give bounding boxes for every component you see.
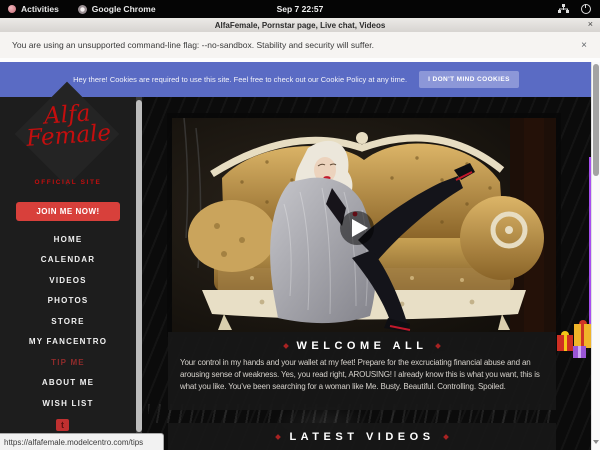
latest-videos-heading: LATEST VIDEOS bbox=[168, 423, 556, 443]
window-title-bar: AlfaFemale, Pornstar page, Live chat, Vi… bbox=[0, 18, 600, 33]
chrome-infobar: You are using an unsupported command-lin… bbox=[0, 32, 600, 59]
gift-box-yellow-icon bbox=[574, 324, 591, 348]
official-site-tagline: OFFICIAL SITE bbox=[0, 179, 136, 186]
cookie-message: Hey there! Cookies are required to use t… bbox=[73, 75, 407, 84]
tab-close-icon[interactable]: × bbox=[588, 19, 593, 29]
heading-bullet-icon bbox=[276, 434, 282, 440]
sidebar-item-tip-me[interactable]: TIP ME bbox=[0, 352, 136, 373]
sidebar-item-home[interactable]: HOME bbox=[0, 229, 136, 250]
heading-bullet-icon bbox=[443, 434, 449, 440]
welcome-body-text: Your control in my hands and your wallet… bbox=[180, 357, 544, 393]
sidebar-item-store[interactable]: STORE bbox=[0, 311, 136, 332]
page-scrollbar-thumb[interactable] bbox=[593, 64, 599, 176]
tab-title: AlfaFemale, Pornstar page, Live chat, Vi… bbox=[215, 21, 386, 30]
latest-videos-section: LATEST VIDEOS bbox=[168, 423, 556, 450]
activities-indicator-icon bbox=[8, 5, 16, 13]
sidebar-item-photos[interactable]: PHOTOS bbox=[0, 291, 136, 312]
heading-bullet-icon bbox=[283, 343, 289, 349]
latest-videos-title: LATEST VIDEOS bbox=[289, 431, 434, 443]
activities-button[interactable]: Activities bbox=[21, 4, 59, 14]
power-icon[interactable] bbox=[581, 4, 591, 14]
sidebar: Alfa Female OFFICIAL SITE JOIN ME NOW! H… bbox=[0, 97, 136, 450]
heading-bullet-icon bbox=[436, 343, 442, 349]
status-url-bubble: https://alfafemale.modelcentro.com/tips bbox=[0, 433, 164, 450]
welcome-heading: WELCOME ALL bbox=[168, 332, 556, 352]
sidebar-item-my-fancentro[interactable]: MY FANCENTRO bbox=[0, 332, 136, 353]
chrome-app-icon bbox=[78, 5, 87, 14]
cookie-accept-button[interactable]: I DON'T MIND COOKIES bbox=[419, 71, 519, 88]
sidebar-menu: HOME CALENDAR VIDEOS PHOTOS STORE MY FAN… bbox=[0, 229, 136, 414]
gift-box-red-icon bbox=[557, 335, 573, 351]
welcome-section: WELCOME ALL Your control in my hands and… bbox=[168, 332, 556, 410]
infobar-close-icon[interactable]: × bbox=[581, 40, 587, 51]
sidebar-item-calendar[interactable]: CALENDAR bbox=[0, 250, 136, 271]
sidebar-item-about-me[interactable]: ABOUT ME bbox=[0, 373, 136, 394]
network-icon[interactable] bbox=[558, 4, 569, 14]
gifts-icon[interactable] bbox=[556, 320, 596, 364]
sidebar-item-videos[interactable]: VIDEOS bbox=[0, 270, 136, 291]
site-logo[interactable]: Alfa Female bbox=[0, 100, 137, 151]
status-url-text: https://alfafemale.modelcentro.com/tips bbox=[4, 438, 143, 447]
join-me-now-button[interactable]: JOIN ME NOW! bbox=[16, 202, 120, 221]
app-menu-button[interactable]: Google Chrome bbox=[92, 4, 156, 14]
scrollbar-down-arrow-icon[interactable] bbox=[593, 440, 599, 444]
system-top-bar: Activities Google Chrome bbox=[0, 0, 600, 18]
play-button[interactable] bbox=[339, 210, 375, 246]
welcome-title: WELCOME ALL bbox=[297, 340, 428, 352]
twitter-icon[interactable]: t bbox=[56, 419, 69, 431]
gift-box-purple-icon bbox=[573, 346, 586, 358]
infobar-message: You are using an unsupported command-lin… bbox=[12, 40, 374, 50]
sidebar-item-wish-list[interactable]: WISH LIST bbox=[0, 393, 136, 414]
cookie-consent-bar: Hey there! Cookies are required to use t… bbox=[0, 62, 592, 97]
